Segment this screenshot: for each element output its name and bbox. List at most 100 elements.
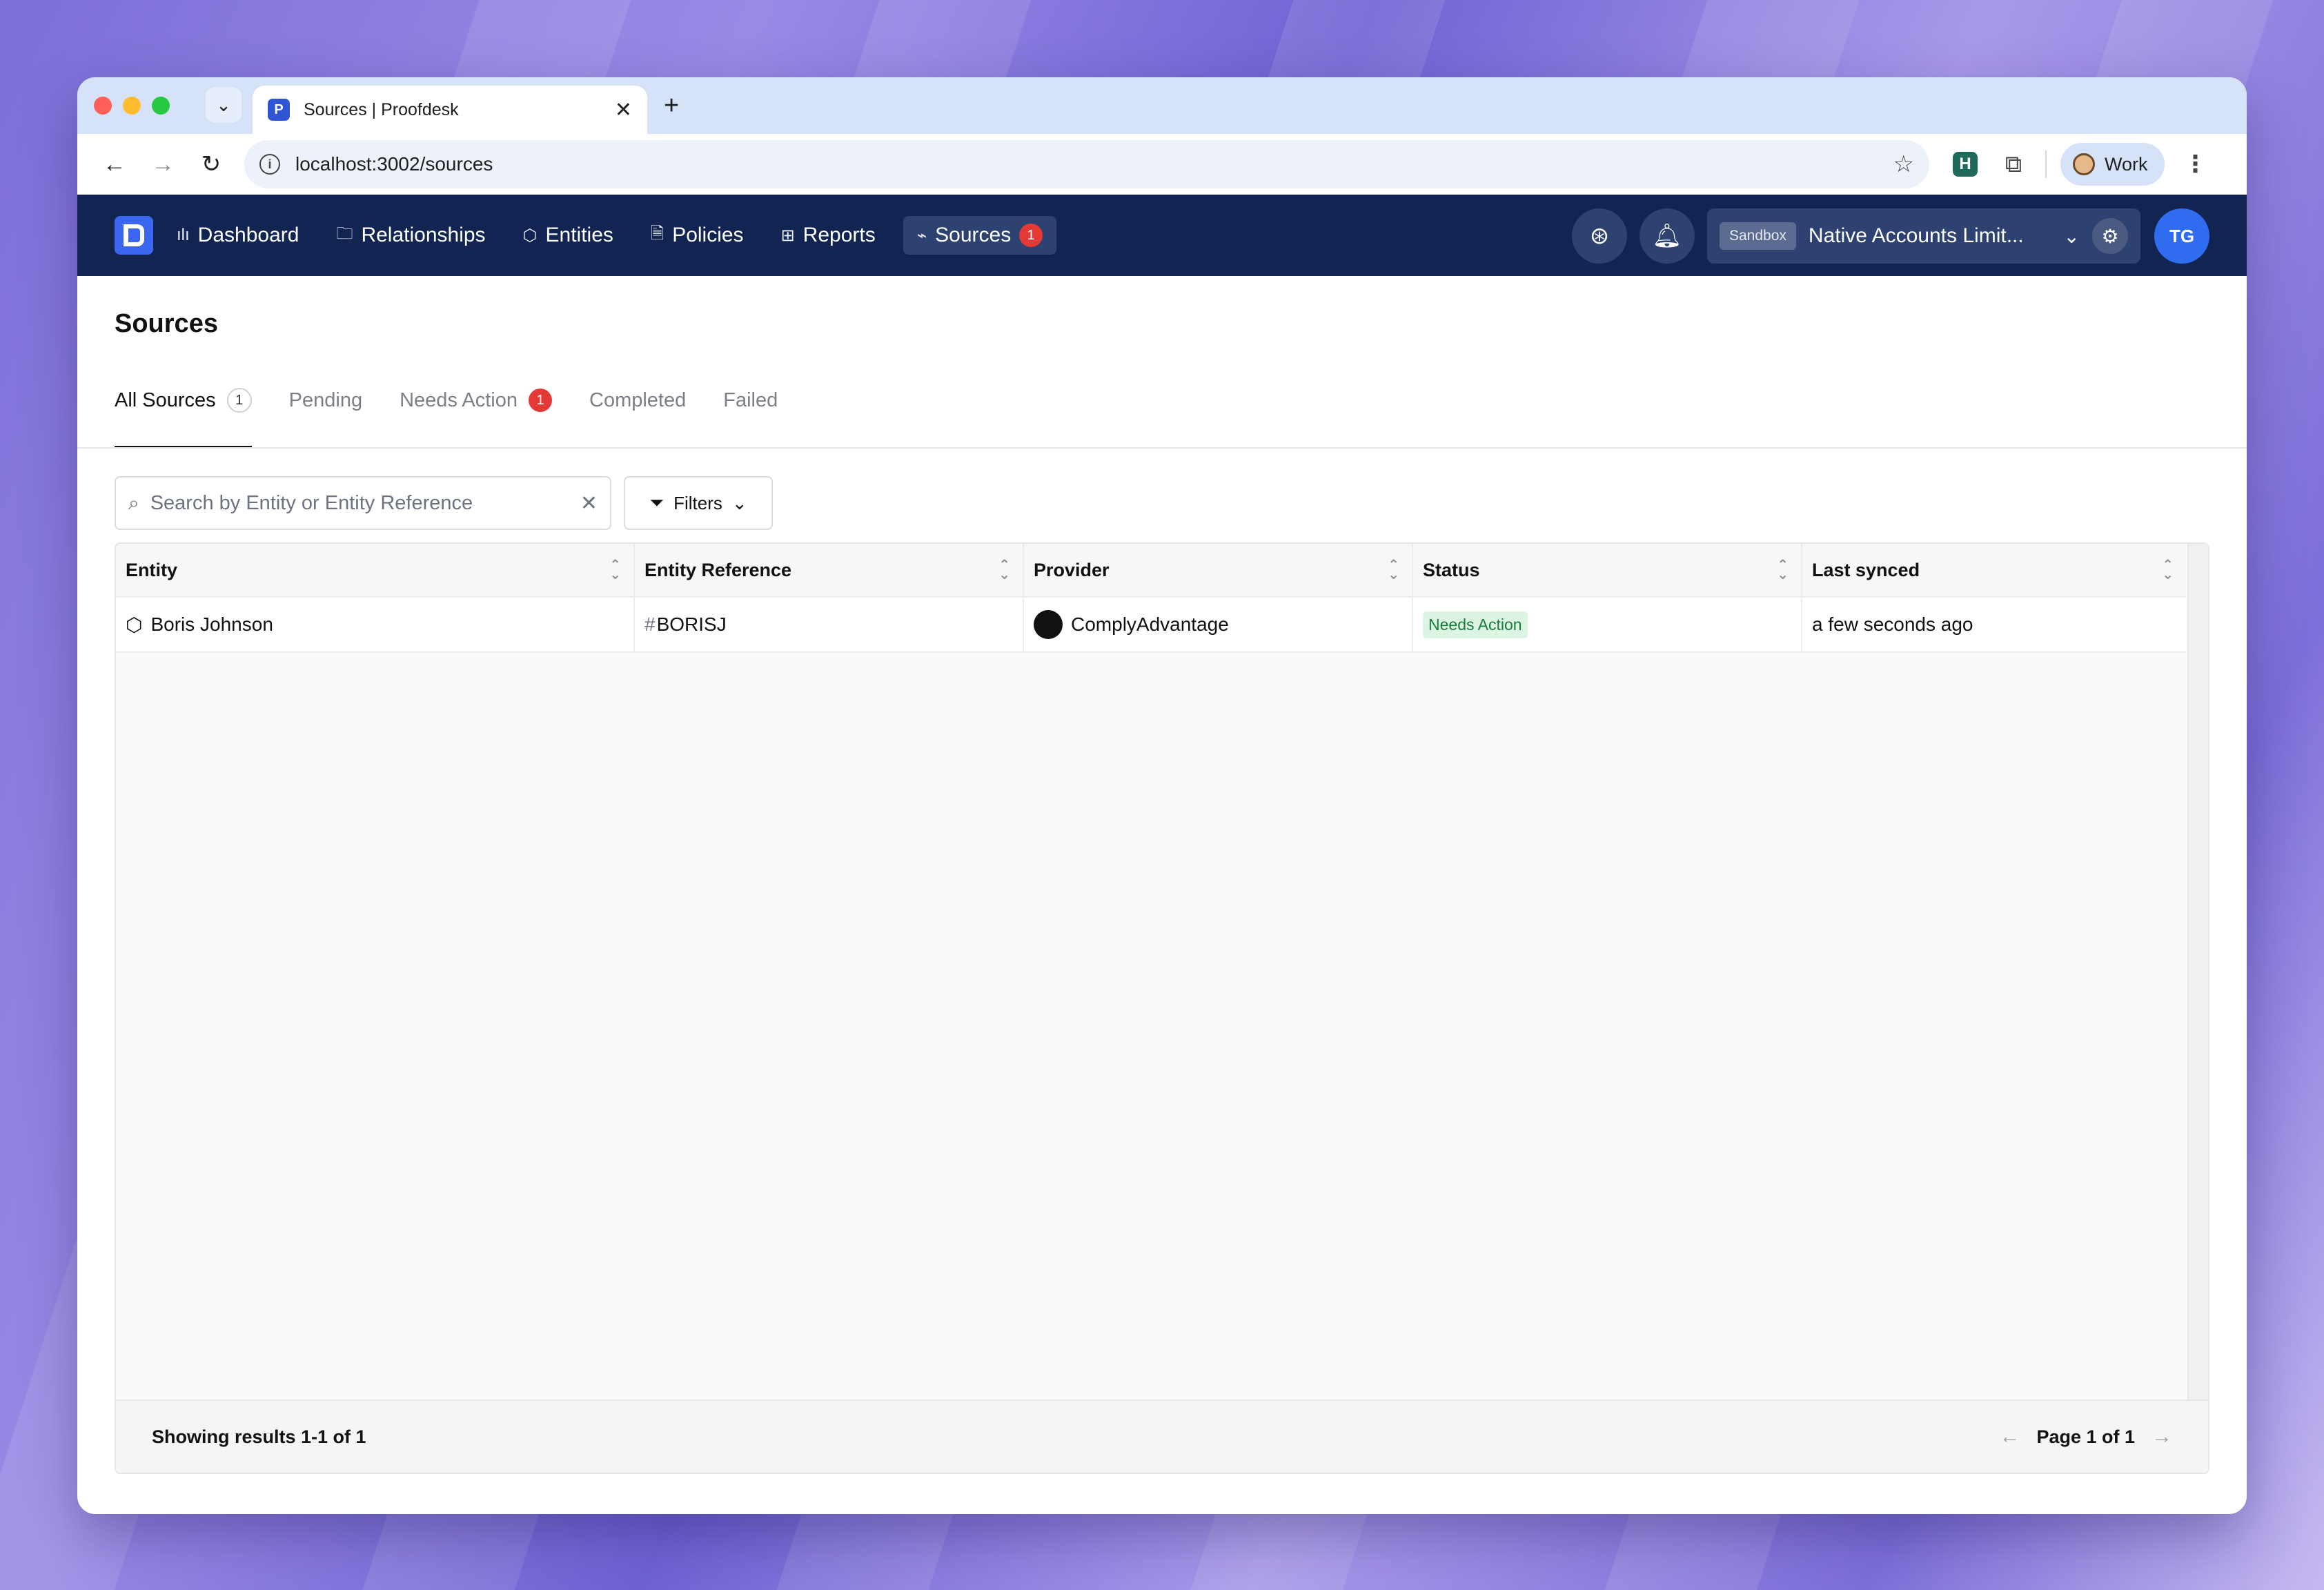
search-box: ⌕ ✕ — [115, 476, 611, 530]
sort-icon[interactable]: ⌃ ⌄ — [1388, 558, 1399, 582]
browser-menu-icon[interactable]: ⋮ — [2184, 150, 2207, 178]
cell-entity[interactable]: ⬡ Boris Johnson — [116, 598, 635, 651]
table-icon: ⊞ — [780, 226, 795, 245]
tab-all-sources-label: All Sources — [115, 389, 216, 411]
nav-dashboard-label: Dashboard — [197, 224, 299, 246]
tab-pending-label: Pending — [288, 389, 363, 411]
back-button[interactable]: ← — [95, 145, 134, 184]
reload-button[interactable]: ↻ — [192, 145, 230, 184]
search-icon: ⌕ — [128, 491, 139, 513]
browser-tab-title: Sources | Proofdesk — [304, 99, 459, 119]
chevron-down-icon: ⌄ — [216, 94, 231, 115]
profile-button[interactable]: Work — [2060, 143, 2165, 186]
proofdesk-logo[interactable] — [115, 216, 153, 255]
sources-tabs: All Sources 1 Pending Needs Action 1 Com… — [115, 380, 778, 449]
sources-table: Entity ⌃ ⌄ Entity Reference ⌃ ⌄ Provider ⌃… — [115, 542, 2209, 1474]
close-window-button[interactable] — [94, 97, 112, 115]
nav-dashboard[interactable]: ılı Dashboard — [177, 216, 299, 255]
navbar-right-controls: ⊛ 🔔︎ Sandbox Native Accounts Limit... ⌄ … — [1572, 208, 2209, 264]
user-avatar[interactable]: TG — [2154, 208, 2209, 264]
lifebuoy-icon: ⊛ — [1589, 223, 1610, 249]
provider-name: ComplyAdvantage — [1071, 614, 1229, 635]
hash-icon: # — [644, 614, 656, 635]
nav-sources-label: Sources — [935, 224, 1012, 246]
filters-label: Filters — [673, 492, 722, 513]
tab-failed-label: Failed — [723, 389, 778, 411]
nav-reports[interactable]: ⊞ Reports — [781, 216, 876, 255]
filters-button[interactable]: ⏷ Filters ⌄ — [624, 476, 773, 530]
address-bar[interactable]: i localhost:3002/sources ☆ — [244, 140, 1929, 188]
tab-needs-action[interactable]: Needs Action 1 — [400, 380, 552, 449]
sort-icon[interactable]: ⌃ ⌄ — [1777, 558, 1789, 582]
nav-entities[interactable]: ⬡ Entities — [523, 216, 613, 255]
nav-sources[interactable]: ⌁ Sources 1 — [903, 216, 1057, 255]
help-button[interactable]: ⊛ — [1572, 208, 1627, 264]
column-header-provider[interactable]: Provider ⌃ ⌄ — [1024, 544, 1413, 596]
forward-button[interactable]: → — [144, 145, 182, 184]
extensions-puzzle-icon[interactable]: ⧉ — [1998, 149, 2029, 179]
nav-relationships[interactable]: 🗀 Relationships — [336, 216, 485, 255]
entity-reference-value: BORISJ — [656, 614, 727, 635]
sort-icon[interactable]: ⌃ ⌄ — [2162, 558, 2174, 582]
bookmark-star-icon[interactable]: ☆ — [1893, 150, 1914, 178]
column-header-entity-label: Entity — [126, 559, 178, 580]
cube-icon: ⬡ — [522, 226, 538, 245]
tab-completed[interactable]: Completed — [589, 380, 686, 449]
nav-policies[interactable]: 🗎 Policies — [651, 216, 744, 255]
tab-all-sources-count: 1 — [226, 388, 252, 413]
notifications-button[interactable]: 🔔︎ — [1639, 208, 1695, 264]
environment-badge: Sandbox — [1720, 222, 1796, 250]
sort-icon[interactable]: ⌃ ⌄ — [609, 558, 621, 582]
table-scrollbar[interactable] — [2187, 544, 2208, 1404]
new-tab-button[interactable]: + — [664, 91, 679, 121]
nav-relationships-label: Relationships — [361, 224, 486, 246]
sort-icon[interactable]: ⌃ ⌄ — [998, 558, 1010, 582]
tab-search-button[interactable]: ⌄ — [206, 87, 242, 123]
document-icon: 🗎 — [650, 224, 664, 243]
close-tab-icon[interactable]: ✕ — [615, 98, 632, 122]
column-header-entity[interactable]: Entity ⌃ ⌄ — [116, 544, 635, 596]
organization-selector[interactable]: Sandbox Native Accounts Limit... ⌄ ⚙ — [1707, 208, 2140, 264]
cell-last-synced: a few seconds ago — [1802, 598, 2186, 651]
tab-failed[interactable]: Failed — [723, 380, 778, 449]
site-info-icon[interactable]: i — [259, 154, 280, 175]
table-footer: Showing results 1-1 of 1 ← Page 1 of 1 → — [116, 1400, 2208, 1473]
tab-all-sources[interactable]: All Sources 1 — [115, 380, 252, 449]
extension-icon[interactable]: H — [1953, 152, 1978, 177]
chevron-down-icon: ⌄ — [2063, 225, 2080, 247]
bell-icon: 🔔︎ — [1652, 223, 1682, 249]
browser-tab-active[interactable]: P Sources | Proofdesk ✕ — [253, 86, 647, 134]
search-input[interactable] — [150, 491, 569, 515]
cell-entity-reference: # BORISJ — [635, 598, 1024, 651]
column-header-last-synced[interactable]: Last synced ⌃ ⌄ — [1802, 544, 2186, 596]
tab-pending[interactable]: Pending — [289, 380, 362, 449]
gear-icon[interactable]: ⚙ — [2092, 218, 2128, 254]
entity-name: Boris Johnson — [150, 614, 273, 635]
address-url[interactable]: localhost:3002/sources — [295, 153, 1893, 175]
reload-icon: ↻ — [201, 151, 221, 177]
column-header-status[interactable]: Status ⌃ ⌄ — [1413, 544, 1802, 596]
cube-icon: ⬡ — [126, 614, 143, 636]
bar-chart-icon: ılı — [177, 226, 190, 244]
minimize-window-button[interactable] — [123, 97, 141, 115]
tab-needs-action-label: Needs Action — [400, 389, 518, 411]
window-controls — [94, 97, 170, 115]
app-navbar: ılı Dashboard 🗀 Relationships ⬡ Entities… — [77, 195, 2247, 276]
tab-needs-action-badge: 1 — [529, 389, 552, 412]
previous-page-button[interactable]: ← — [1999, 1425, 2020, 1449]
chevron-down-icon: ⌄ — [731, 492, 747, 513]
table-header-row: Entity ⌃ ⌄ Entity Reference ⌃ ⌄ Provider ⌃… — [116, 544, 2186, 598]
zoom-window-button[interactable] — [152, 97, 170, 115]
rss-icon: ⌁ — [916, 226, 927, 245]
results-summary: Showing results 1-1 of 1 — [152, 1426, 366, 1447]
column-header-status-label: Status — [1423, 559, 1480, 580]
entity-reference: # BORISJ — [644, 614, 727, 636]
clear-search-icon[interactable]: ✕ — [580, 491, 598, 516]
cell-status: Needs Action — [1413, 598, 1802, 651]
nav-sources-badge: 1 — [1019, 224, 1043, 247]
next-page-button[interactable]: → — [2151, 1425, 2172, 1449]
browser-window: ⌄ P Sources | Proofdesk ✕ + ← → ↻ i loca… — [77, 77, 2247, 1514]
table-row[interactable]: ⬡ Boris Johnson # BORISJ ComplyAdvantage … — [116, 598, 2186, 653]
proofdesk-favicon-icon: P — [268, 99, 290, 121]
column-header-entity-reference[interactable]: Entity Reference ⌃ ⌄ — [635, 544, 1024, 596]
